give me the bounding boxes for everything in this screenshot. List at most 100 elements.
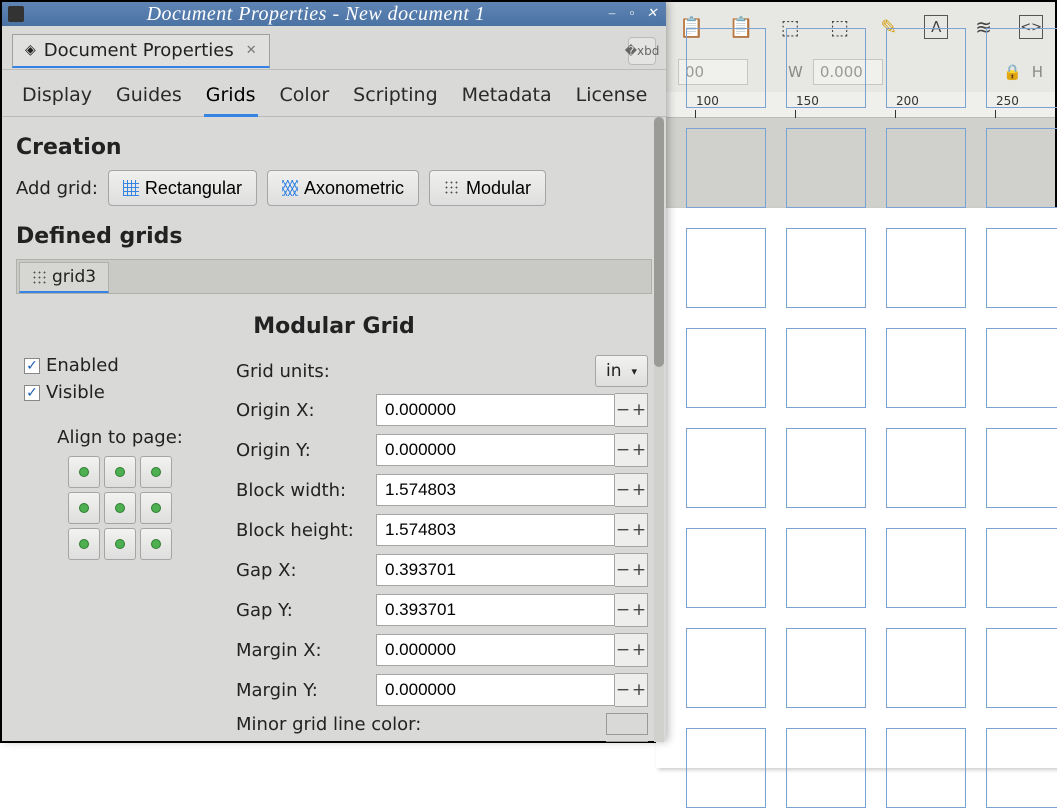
- window-title: Document Properties - New document 1: [32, 3, 600, 26]
- origin-y-input[interactable]: [376, 434, 615, 466]
- grid-cell: [986, 228, 1057, 308]
- grid-cell: [786, 128, 866, 208]
- block-width-input[interactable]: [376, 474, 615, 506]
- grid-units-value: in: [606, 361, 622, 381]
- tab-grids[interactable]: Grids: [204, 80, 258, 117]
- grid-cell: [986, 328, 1057, 408]
- rectangular-button[interactable]: Rectangular: [108, 170, 257, 206]
- major-color-swatch[interactable]: [606, 741, 648, 742]
- align-bl[interactable]: [68, 528, 100, 560]
- margin-y-input[interactable]: [376, 674, 615, 706]
- visible-row[interactable]: Visible: [24, 382, 216, 403]
- gap-y-input[interactable]: [376, 594, 615, 626]
- grid-units-select[interactable]: in ▾: [595, 355, 648, 387]
- enabled-label: Enabled: [46, 355, 119, 376]
- origin-x-dec[interactable]: −: [615, 394, 631, 426]
- canvas[interactable]: // draw modular grid cells via JS so we …: [666, 118, 1055, 741]
- grid-tab-grid3[interactable]: grid3: [19, 262, 109, 293]
- add-grid-label: Add grid:: [16, 178, 98, 199]
- margin-x-input[interactable]: [376, 634, 615, 666]
- tab-metadata[interactable]: Metadata: [460, 80, 554, 116]
- block-height-label: Block height:: [236, 520, 376, 541]
- document-properties-window: Document Properties - New document 1 – ▫…: [2, 2, 666, 741]
- margin-y-inc[interactable]: +: [631, 674, 647, 706]
- align-br[interactable]: [140, 528, 172, 560]
- panel-tab-label: Document Properties: [44, 40, 234, 61]
- tab-guides[interactable]: Guides: [114, 80, 184, 116]
- modular-button[interactable]: Modular: [429, 170, 546, 206]
- grid-panel: Modular Grid Enabled Visible Align to pa…: [16, 294, 652, 742]
- tab-color[interactable]: Color: [278, 80, 332, 116]
- align-tc[interactable]: [104, 456, 136, 488]
- enabled-checkbox[interactable]: [24, 358, 40, 374]
- close-tab-icon[interactable]: ✕: [246, 43, 257, 58]
- align-tr[interactable]: [140, 456, 172, 488]
- margin-x-dec[interactable]: −: [615, 634, 631, 666]
- chevron-down-icon: �xbd: [625, 44, 660, 58]
- titlebar[interactable]: Document Properties - New document 1 – ▫…: [2, 2, 666, 26]
- grid-cell: [986, 28, 1057, 108]
- grid-cell: [786, 228, 866, 308]
- margin-y-label: Margin Y:: [236, 680, 376, 701]
- panel-menu-button[interactable]: �xbd: [628, 37, 656, 65]
- visible-checkbox[interactable]: [24, 385, 40, 401]
- grid-cell: [686, 328, 766, 408]
- enabled-row[interactable]: Enabled: [24, 355, 216, 376]
- origin-y-label: Origin Y:: [236, 440, 376, 461]
- origin-y-dec[interactable]: −: [615, 434, 631, 466]
- origin-x-inc[interactable]: +: [631, 394, 647, 426]
- grids-content: Creation Add grid: Rectangular Axonometr…: [2, 117, 666, 742]
- block-height-input[interactable]: [376, 514, 615, 546]
- gap-x-dec[interactable]: −: [615, 554, 631, 586]
- align-mc[interactable]: [104, 492, 136, 524]
- maximize-button[interactable]: ▫: [624, 7, 640, 21]
- minimize-button[interactable]: –: [604, 7, 620, 21]
- add-grid-row: Add grid: Rectangular Axonometric Modula…: [16, 170, 652, 206]
- block-h-inc[interactable]: +: [631, 514, 647, 546]
- modular-grid-title: Modular Grid: [20, 314, 648, 339]
- tab-scripting[interactable]: Scripting: [351, 80, 440, 116]
- align-mr[interactable]: [140, 492, 172, 524]
- grid-cell: [786, 728, 866, 808]
- app-icon: [8, 6, 24, 22]
- margin-y-dec[interactable]: −: [615, 674, 631, 706]
- grid-units-label: Grid units:: [236, 361, 376, 382]
- grid-cell: [886, 528, 966, 608]
- tab-display[interactable]: Display: [20, 80, 94, 116]
- grid-cell: [686, 628, 766, 708]
- align-to-page-label: Align to page:: [24, 427, 216, 448]
- axonometric-grid-icon: [282, 180, 298, 196]
- tab-bullet-icon: ◈: [25, 42, 36, 58]
- axonometric-button[interactable]: Axonometric: [267, 170, 419, 206]
- gap-x-label: Gap X:: [236, 560, 376, 581]
- gap-x-input[interactable]: [376, 554, 615, 586]
- align-ml[interactable]: [68, 492, 100, 524]
- block-w-inc[interactable]: +: [631, 474, 647, 506]
- chevron-down-icon: ▾: [631, 365, 637, 378]
- scrollbar-thumb[interactable]: [654, 117, 664, 367]
- rectangular-grid-icon: [123, 180, 139, 196]
- grid-cell: [686, 528, 766, 608]
- grid-cell: [986, 628, 1057, 708]
- block-h-dec[interactable]: −: [615, 514, 631, 546]
- gap-x-inc[interactable]: +: [631, 554, 647, 586]
- block-w-dec[interactable]: −: [615, 474, 631, 506]
- grid-cell: [986, 528, 1057, 608]
- align-bc[interactable]: [104, 528, 136, 560]
- grid-cell: [986, 128, 1057, 208]
- tab-license[interactable]: License: [574, 80, 650, 116]
- close-button[interactable]: ✕: [644, 7, 660, 21]
- grid-cell: [886, 628, 966, 708]
- panel-tab-row: ◈ Document Properties ✕ �xbd: [2, 26, 666, 70]
- origin-x-input[interactable]: [376, 394, 615, 426]
- align-tl[interactable]: [68, 456, 100, 488]
- margin-x-inc[interactable]: +: [631, 634, 647, 666]
- minor-color-label: Minor grid line color:: [236, 714, 606, 735]
- panel-tab-document-properties[interactable]: ◈ Document Properties ✕: [12, 34, 270, 68]
- gap-y-inc[interactable]: +: [631, 594, 647, 626]
- origin-y-inc[interactable]: +: [631, 434, 647, 466]
- grid-cell: [686, 28, 766, 108]
- gap-y-dec[interactable]: −: [615, 594, 631, 626]
- minor-color-swatch[interactable]: [606, 713, 648, 735]
- modular-grid-icon: [444, 180, 460, 196]
